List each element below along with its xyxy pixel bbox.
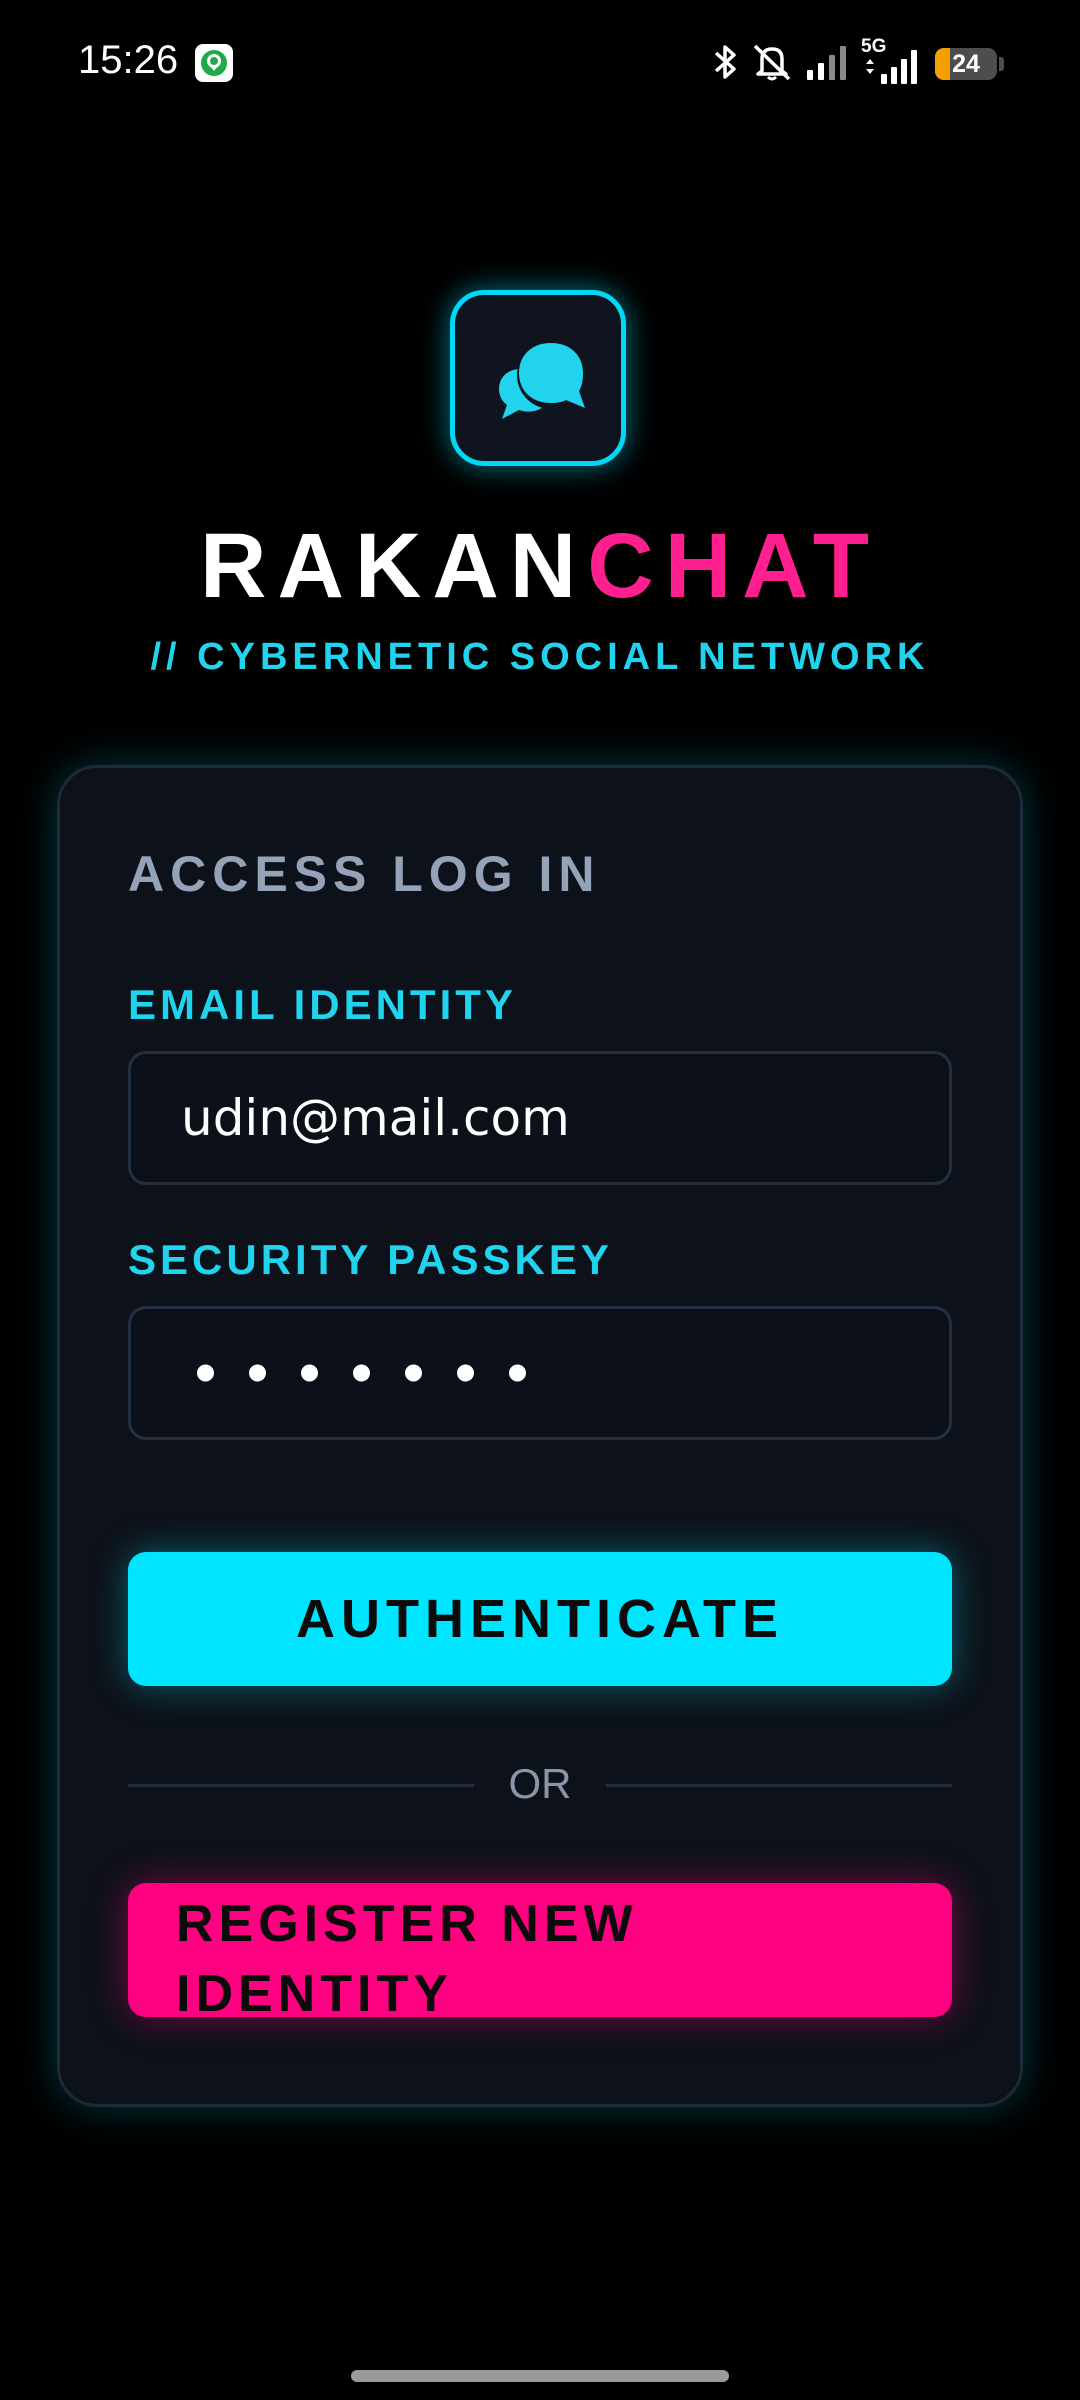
password-dot bbox=[509, 1364, 526, 1382]
battery-level: 24 bbox=[952, 49, 980, 78]
authenticate-button[interactable]: AUTHENTICATE bbox=[128, 1552, 952, 1686]
home-indicator[interactable] bbox=[351, 2370, 729, 2382]
password-dot bbox=[457, 1364, 474, 1382]
divider-line-right bbox=[606, 1784, 952, 1787]
email-label: EMAIL IDENTITY bbox=[128, 981, 517, 1028]
password-field[interactable] bbox=[128, 1306, 952, 1440]
register-button-label: REGISTER NEW IDENTITY bbox=[176, 1895, 638, 2017]
brand-name-part-2: CHAT bbox=[587, 515, 880, 617]
password-label: SECURITY PASSKEY bbox=[128, 1236, 613, 1283]
app-logo bbox=[450, 290, 626, 466]
status-bar: 15:26 5G 24 bbox=[0, 0, 1080, 130]
email-field[interactable] bbox=[128, 1051, 952, 1185]
chat-bubbles-icon bbox=[499, 341, 585, 419]
status-icons: 5G 24 bbox=[713, 36, 1004, 90]
location-app-icon bbox=[195, 44, 233, 82]
login-screen: 15:26 5G 24 RAKANCHAT // CYBERNETIC SOCI… bbox=[0, 0, 1080, 2400]
brand-name-part-1: RAKAN bbox=[200, 515, 588, 617]
battery-icon: 24 bbox=[935, 48, 997, 80]
password-dot bbox=[353, 1364, 370, 1382]
divider-line-left bbox=[128, 1784, 474, 1787]
brand-title: RAKANCHAT bbox=[0, 512, 1080, 620]
signal-icon bbox=[805, 42, 851, 86]
password-dot bbox=[301, 1364, 318, 1382]
register-button[interactable]: REGISTER NEW IDENTITY bbox=[128, 1883, 952, 2017]
bluetooth-icon bbox=[713, 42, 739, 86]
login-card: ACCESS LOG IN EMAIL IDENTITY SECURITY PA… bbox=[57, 765, 1023, 2107]
password-dot bbox=[405, 1364, 422, 1382]
email-input[interactable] bbox=[181, 1054, 919, 1182]
password-dots bbox=[197, 1364, 526, 1382]
card-title: ACCESS LOG IN bbox=[128, 846, 601, 902]
battery-nub bbox=[999, 57, 1004, 71]
password-dot bbox=[249, 1364, 266, 1382]
mute-icon bbox=[749, 41, 795, 87]
password-dot bbox=[197, 1364, 214, 1382]
brand-tagline: // CYBERNETIC SOCIAL NETWORK bbox=[150, 636, 930, 678]
signal-5g-icon: 5G bbox=[861, 36, 925, 86]
status-time: 15:26 bbox=[78, 38, 179, 82]
divider-or: OR bbox=[508, 1760, 572, 1807]
